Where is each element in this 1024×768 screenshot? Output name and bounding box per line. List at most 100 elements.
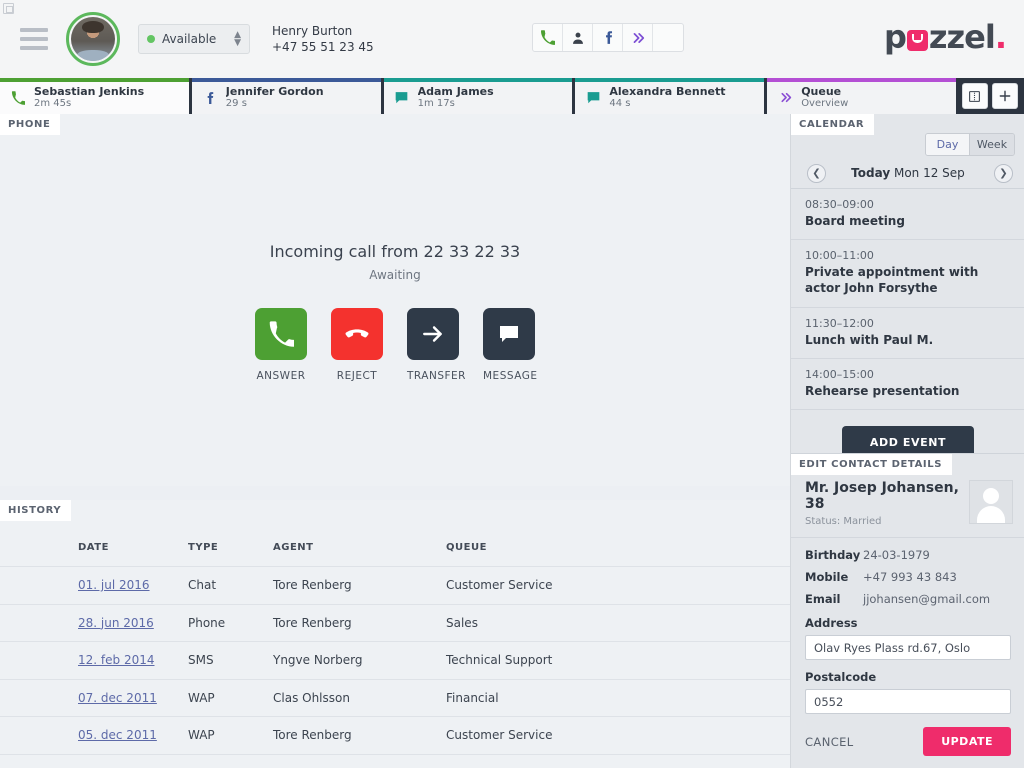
table-row[interactable]: 01. jul 2016 Chat Tore Renberg Customer … xyxy=(0,566,790,604)
message-button[interactable]: MESSAGE xyxy=(483,308,537,382)
channel-chevrons-right-icon[interactable] xyxy=(623,24,653,51)
message-button-tile xyxy=(483,308,535,360)
tab-adam-james[interactable]: Adam James 1m 17s xyxy=(383,78,573,114)
list-item[interactable]: 14:00–15:00 Rehearse presentation xyxy=(791,359,1024,410)
call-action-buttons: ANSWER REJECT TRANSFER MESSAGE xyxy=(0,308,790,382)
history-queue-cell: Customer Service xyxy=(446,728,553,743)
calendar-today-label: Today xyxy=(851,166,891,180)
avatar[interactable] xyxy=(66,12,120,66)
history-date-cell: 12. feb 2014 xyxy=(78,653,188,667)
field-label: Birthday xyxy=(805,548,861,562)
agent-status-select[interactable]: Available ▲ ▼ xyxy=(138,24,250,54)
history-date-link[interactable]: 28. jun 2016 xyxy=(78,616,154,630)
chevrons-right-icon xyxy=(775,91,795,104)
conversation-tab-bar: Sebastian Jenkins 2m 45s Jennifer Gordon… xyxy=(0,78,1024,114)
tab-queue-overview[interactable]: Queue Overview xyxy=(767,78,956,114)
column-header-type: TYPE xyxy=(188,541,219,553)
field-value: 24-03-1979 xyxy=(863,548,930,562)
tab-title: Alexandra Bennett xyxy=(609,84,726,98)
history-date-cell: 28. jun 2016 xyxy=(78,616,188,630)
postalcode-label: Postalcode xyxy=(805,670,877,684)
calendar-view-day[interactable]: Day xyxy=(926,134,970,155)
history-date-link[interactable]: 05. dec 2011 xyxy=(78,728,157,742)
event-time: 11:30–12:00 xyxy=(805,316,874,330)
puzzel-logo: p zzel. xyxy=(884,18,1007,56)
arrow-right-icon xyxy=(423,326,442,342)
transfer-button[interactable]: TRANSFER xyxy=(407,308,465,382)
table-header-row: DATE TYPE AGENT QUEUE xyxy=(0,528,790,566)
field-value: jjohansen@gmail.com xyxy=(863,592,991,606)
incoming-call-title: Incoming call from 22 33 22 33 xyxy=(269,242,521,261)
calendar-view-toggle: Day Week xyxy=(925,133,1015,156)
table-row[interactable]: 05. dec 2011 WAP Tore Renberg Customer S… xyxy=(0,716,790,754)
list-item[interactable]: 08:30–09:00 Board meeting xyxy=(791,189,1024,241)
brand-dot: . xyxy=(994,18,1007,56)
history-date-link[interactable]: 01. jul 2016 xyxy=(78,578,150,592)
answer-button[interactable]: ANSWER xyxy=(255,308,307,382)
tab-title: Queue xyxy=(801,84,842,98)
hamburger-menu-icon[interactable] xyxy=(20,28,48,50)
contact-panel-label: EDIT CONTACT DETAILS xyxy=(791,454,953,475)
contact-status: Status: Married xyxy=(805,516,882,527)
address-input[interactable] xyxy=(805,635,1011,660)
tab-accent xyxy=(0,78,189,82)
split-view-icon[interactable] xyxy=(961,83,988,109)
list-item[interactable]: 10:00–11:00 Private appointment with act… xyxy=(791,240,1024,308)
plus-icon[interactable] xyxy=(991,83,1018,109)
channel-phone-icon[interactable] xyxy=(533,24,563,51)
tab-title: Adam James xyxy=(417,84,494,98)
window-restore-icon[interactable] xyxy=(3,3,14,14)
incoming-call-area: Incoming call from 22 33 22 33 Awaiting … xyxy=(0,242,790,382)
tab-accent xyxy=(575,78,765,82)
transfer-button-tile xyxy=(407,308,459,360)
reject-button-tile xyxy=(331,308,383,360)
tab-sebastian-jenkins[interactable]: Sebastian Jenkins 2m 45s xyxy=(0,78,189,114)
table-row[interactable]: 28. jun 2016 Phone Tore Renberg Sales xyxy=(0,603,790,642)
field-value: +47 993 43 843 xyxy=(863,570,957,584)
contact-name-wrap: Mr. Josep Johansen, 38 Status: Married xyxy=(805,480,969,527)
column-header-queue: QUEUE xyxy=(446,541,487,553)
tab-actions xyxy=(959,78,1024,114)
agent-status-label: Available xyxy=(162,32,217,46)
tab-alexandra-bennett[interactable]: Alexandra Bennett 44 s xyxy=(575,78,765,114)
postalcode-input[interactable] xyxy=(805,689,1011,714)
event-title: Board meeting xyxy=(805,214,905,228)
channel-contact-person-icon[interactable] xyxy=(563,24,593,51)
reject-button[interactable]: REJECT xyxy=(331,308,383,382)
event-title: Private appointment with actor John Fors… xyxy=(805,265,979,296)
incoming-call-status: Awaiting xyxy=(369,268,421,282)
contact-fields: Birthday 24-03-1979 Mobile +47 993 43 84… xyxy=(791,537,1024,714)
channel-blank-slot[interactable] xyxy=(653,24,683,51)
channel-switcher xyxy=(532,23,684,52)
cancel-button[interactable]: CANCEL xyxy=(805,735,854,749)
channel-facebook-icon[interactable] xyxy=(593,24,623,51)
calendar-current-date: Today Mon 12 Sep xyxy=(851,166,965,180)
update-button[interactable]: UPDATE xyxy=(923,727,1011,756)
field-label: Email xyxy=(805,592,841,606)
calendar-view-week[interactable]: Week xyxy=(970,134,1014,155)
tab-text: Sebastian Jenkins 2m 45s xyxy=(34,85,144,110)
history-type-cell: SMS xyxy=(188,653,214,668)
tab-jennifer-gordon[interactable]: Jennifer Gordon 29 s xyxy=(191,78,381,114)
phone-hangup-icon xyxy=(345,329,369,338)
tab-subtitle: 44 s xyxy=(609,98,631,110)
list-item[interactable]: 11:30–12:00 Lunch with Paul M. xyxy=(791,308,1024,359)
history-queue-cell: Technical Support xyxy=(446,653,553,668)
history-agent-cell: Clas Ohlsson xyxy=(273,690,350,705)
chevron-left-icon[interactable]: ❮ xyxy=(807,163,826,183)
contact-name: Mr. Josep Johansen, 38 xyxy=(805,480,959,512)
history-date-cell: 07. dec 2011 xyxy=(78,691,188,705)
table-row[interactable] xyxy=(0,753,790,768)
chevron-right-icon[interactable]: ❯ xyxy=(994,163,1013,183)
top-header: Available ▲ ▼ Henry Burton +47 55 51 23 4… xyxy=(0,0,1024,78)
agent-info: Henry Burton +47 55 51 23 45 xyxy=(272,23,374,55)
table-row[interactable]: 07. dec 2011 WAP Clas Ohlsson Financial xyxy=(0,678,790,717)
chat-bubble-icon xyxy=(583,91,603,105)
history-agent-cell: Tore Renberg xyxy=(273,728,352,743)
chevron-updown-icon: ▲ ▼ xyxy=(234,30,241,48)
history-date-link[interactable]: 12. feb 2014 xyxy=(78,653,154,667)
history-date-link[interactable]: 07. dec 2011 xyxy=(78,691,157,705)
tab-accent xyxy=(767,78,956,82)
avatar-photo xyxy=(71,17,115,61)
table-row[interactable]: 12. feb 2014 SMS Yngve Norberg Technical… xyxy=(0,641,790,679)
